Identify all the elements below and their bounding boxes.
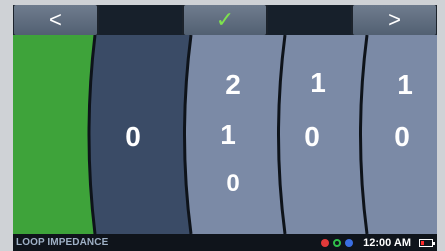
wheel-2-previous-digit: 2	[225, 69, 241, 100]
clock: 12:00 AM	[363, 236, 411, 249]
wheel-2-next-digit: 0	[226, 170, 240, 197]
next-button[interactable]: >	[353, 5, 436, 35]
wheel-4-current-digit: 0	[394, 121, 410, 152]
wheel-2-current-digit: 1	[220, 119, 236, 150]
toolbar-slot-empty-1	[98, 5, 182, 35]
green-indicator-icon	[333, 238, 342, 247]
green-panel	[13, 35, 95, 234]
digit-selector-area: 0 2 1 0 1 0 1 0	[13, 35, 437, 234]
digit-wheel-3[interactable]	[278, 35, 368, 234]
wheel-3-current-digit: 0	[304, 121, 320, 152]
wheel-3-previous-digit: 1	[310, 67, 326, 98]
toolbar: < ✓ >	[13, 5, 437, 35]
mode-title: LOOP IMPEDANCE	[16, 237, 109, 248]
toolbar-slot-empty-2	[268, 5, 352, 35]
confirm-check-button[interactable]: ✓	[183, 5, 267, 35]
device-frame-left	[0, 0, 13, 251]
checkmark-icon: ✓	[215, 7, 235, 32]
wheel-4-previous-digit: 1	[397, 69, 413, 100]
blue-indicator-icon	[345, 238, 354, 247]
status-bar: LOOP IMPEDANCE 12:00 AM	[13, 234, 437, 251]
wheel-1-current-digit: 0	[125, 121, 141, 152]
battery-level-fill	[421, 240, 424, 245]
previous-button[interactable]: <	[14, 5, 97, 35]
status-indicators: 12:00 AM	[321, 236, 435, 249]
red-indicator-icon	[321, 238, 330, 247]
battery-icon	[419, 238, 435, 247]
device-frame-right	[437, 0, 445, 251]
